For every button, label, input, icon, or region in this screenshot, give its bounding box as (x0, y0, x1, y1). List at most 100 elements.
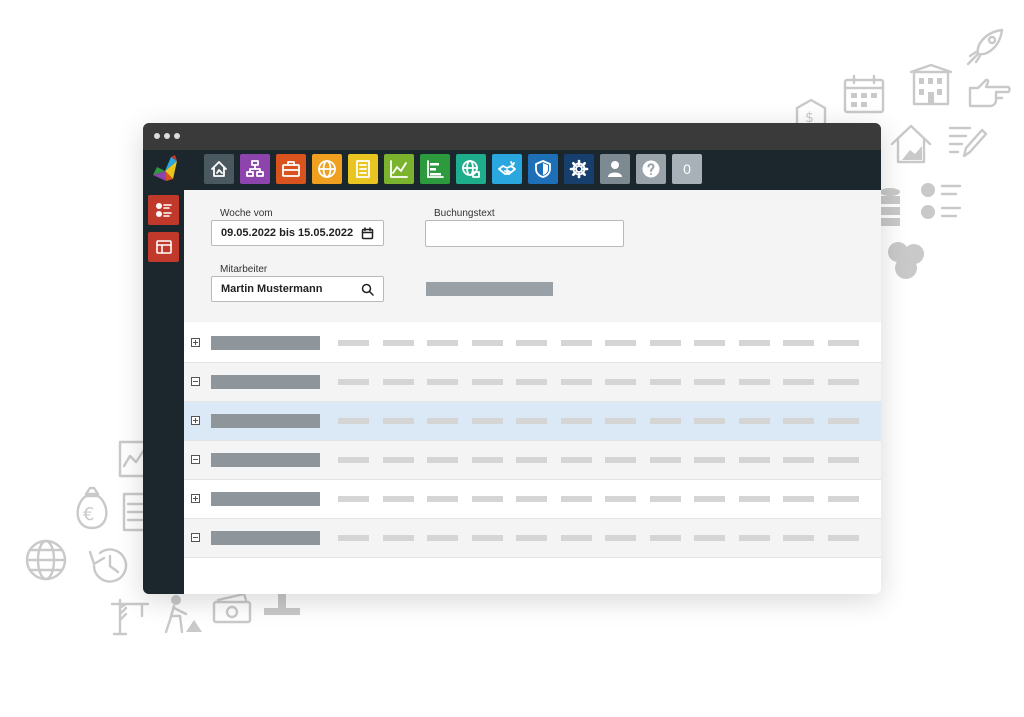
table-row[interactable] (184, 322, 881, 363)
booking-text-field[interactable] (425, 220, 624, 247)
table-row[interactable] (184, 441, 881, 480)
globe-icon (318, 160, 336, 178)
toolbar-partners-button[interactable] (492, 154, 522, 184)
row-cell-placeholder (383, 535, 414, 541)
row-cell-placeholder (739, 496, 770, 502)
row-cell-placeholder (383, 457, 414, 463)
rocket-icon (966, 28, 1004, 66)
row-cell-placeholder (650, 379, 681, 385)
window-dot (174, 133, 180, 139)
row-cell-placeholder (561, 535, 592, 541)
row-cell-placeholder (516, 535, 547, 541)
row-cell-placeholder (828, 418, 859, 424)
row-cell-placeholder (650, 496, 681, 502)
week-date-field[interactable]: 09.05.2022 bis 15.05.2022 (211, 220, 384, 246)
row-cell-placeholder (650, 340, 681, 346)
toolbar-documents-button[interactable] (348, 154, 378, 184)
row-cell-placeholder (472, 496, 503, 502)
row-name-placeholder (211, 453, 320, 467)
window-dot (154, 133, 160, 139)
main-toolbar: 0 (143, 150, 881, 190)
app-logo (153, 155, 177, 181)
row-cell-placeholder (650, 418, 681, 424)
row-cell-placeholder (783, 379, 814, 385)
toolbar-home-button[interactable] (204, 154, 234, 184)
row-cell-placeholder (783, 418, 814, 424)
toolbar-planning-button[interactable] (420, 154, 450, 184)
row-cell-placeholder (427, 418, 458, 424)
row-cell-placeholder (605, 535, 636, 541)
row-cell-placeholder (472, 379, 503, 385)
edit-list-icon (948, 126, 988, 158)
employee-search-field[interactable]: Martin Mustermann (211, 276, 384, 302)
row-cell-placeholder (383, 418, 414, 424)
toolbar-projects-button[interactable] (276, 154, 306, 184)
gantt-icon (427, 160, 444, 178)
row-cell-placeholder (561, 457, 592, 463)
row-cell-placeholder (427, 496, 458, 502)
toolbar-settings-button[interactable] (564, 154, 594, 184)
row-cell-placeholder (427, 535, 458, 541)
table-row[interactable] (184, 363, 881, 402)
calendar-icon[interactable] (361, 227, 374, 240)
data-table (184, 322, 881, 558)
sidebar-layout-button[interactable] (148, 232, 179, 262)
sidebar-timesheet-button[interactable] (148, 195, 179, 225)
network-globe-icon (462, 160, 480, 178)
row-name-placeholder (211, 414, 320, 428)
row-cell-placeholder (828, 457, 859, 463)
row-cell-placeholder (605, 379, 636, 385)
row-cell-placeholder (338, 379, 369, 385)
handshake-icon (498, 161, 516, 175)
collapse-toggle[interactable] (191, 455, 200, 464)
row-cell-placeholder (605, 418, 636, 424)
row-cell-placeholder (694, 418, 725, 424)
week-label: Woche vom (220, 208, 273, 219)
row-cell-placeholder (694, 379, 725, 385)
row-cell-placeholder (427, 457, 458, 463)
calendar-icon (843, 74, 885, 114)
expand-toggle[interactable] (191, 416, 200, 425)
row-cell-placeholder (605, 340, 636, 346)
help-icon (642, 160, 660, 178)
toolbar-user-button[interactable] (600, 154, 630, 184)
toolbar-security-button[interactable] (528, 154, 558, 184)
globe-icon (25, 539, 67, 581)
row-cell-placeholder (472, 340, 503, 346)
toolbar-organization-button[interactable] (240, 154, 270, 184)
main-content: Woche vom 09.05.2022 bis 15.05.2022 Buch… (184, 190, 881, 594)
row-cell-placeholder (739, 535, 770, 541)
svg-text:€: € (83, 504, 94, 525)
row-cell-placeholder (338, 457, 369, 463)
house-chart-icon (890, 124, 932, 164)
booking-text-label: Buchungstext (434, 208, 495, 219)
toolbar-network-button[interactable] (456, 154, 486, 184)
expand-toggle[interactable] (191, 494, 200, 503)
row-cell-placeholder (828, 340, 859, 346)
table-row[interactable] (184, 402, 881, 441)
table-row[interactable] (184, 519, 881, 558)
row-cell-placeholder (516, 340, 547, 346)
collapse-toggle[interactable] (191, 533, 200, 542)
checklist-icon (921, 183, 962, 219)
toolbar-global-button[interactable] (312, 154, 342, 184)
row-cell-placeholder (516, 457, 547, 463)
row-cell-placeholder (383, 496, 414, 502)
checklist-icon (155, 203, 172, 217)
search-icon[interactable] (361, 283, 374, 296)
table-row[interactable] (184, 480, 881, 519)
toolbar-help-button[interactable] (636, 154, 666, 184)
org-chart-icon (246, 160, 264, 177)
toolbar-notification-counter[interactable]: 0 (672, 154, 702, 184)
row-cell-placeholder (783, 340, 814, 346)
placeholder-bar (426, 282, 553, 296)
employee-label: Mitarbeiter (220, 264, 268, 275)
cash-icon (212, 592, 252, 624)
row-cell-placeholder (828, 496, 859, 502)
row-cell-placeholder (605, 457, 636, 463)
row-cell-placeholder (739, 418, 770, 424)
row-cell-placeholder (739, 340, 770, 346)
collapse-toggle[interactable] (191, 377, 200, 386)
expand-toggle[interactable] (191, 338, 200, 347)
toolbar-reports-button[interactable] (384, 154, 414, 184)
